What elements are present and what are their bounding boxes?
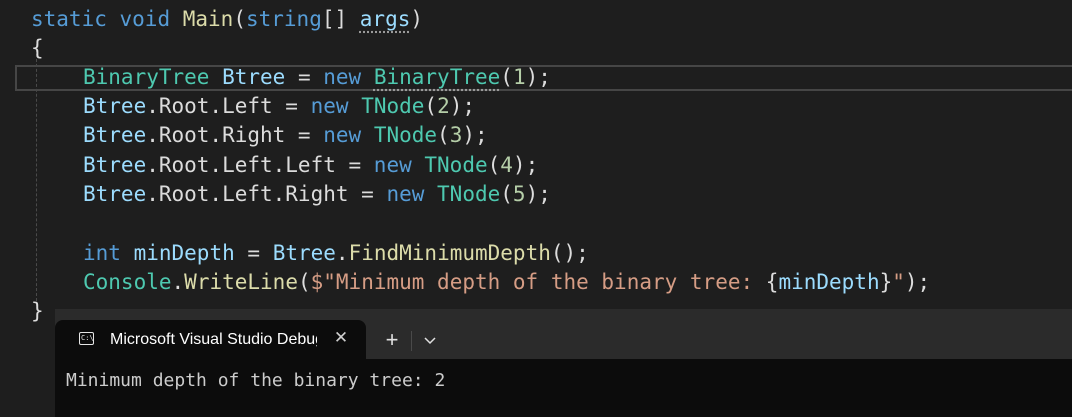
type-tnode: TNode <box>437 182 501 206</box>
string-literal-end: " <box>892 270 905 294</box>
code-line-9[interactable]: int minDepth = Btree.FindMinimumDepth(); <box>83 239 589 268</box>
paren-open: ( <box>500 65 513 89</box>
paren-open: ( <box>487 153 501 177</box>
statement-end: ); <box>525 65 551 89</box>
param-args: args <box>359 7 411 31</box>
code-line-4[interactable]: Btree.Root.Left = new TNode(2); <box>83 92 475 121</box>
number-literal: 4 <box>500 153 513 177</box>
code-line-3[interactable]: BinaryTree Btree = new BinaryTree(1); <box>83 63 551 92</box>
member-access: .Root.Left = <box>146 94 311 118</box>
code-line-2[interactable]: { <box>31 34 44 63</box>
member-access: .Root.Left.Left = <box>146 153 374 177</box>
keyword-string: string <box>245 7 322 31</box>
code-line-10[interactable]: Console.WriteLine($"Minimum depth of the… <box>83 268 930 297</box>
interp-brace-close: } <box>879 270 893 294</box>
keyword-void: void <box>119 7 171 31</box>
var-btree: Btree <box>83 94 147 118</box>
code-line-1[interactable]: static void Main(string[] args) <box>31 5 423 34</box>
assign-op: = <box>234 241 273 265</box>
tab-separator <box>411 331 412 351</box>
interp-brace-open: { <box>765 270 779 294</box>
var-mindepth: minDepth <box>133 241 235 265</box>
statement-end: ); <box>449 94 476 118</box>
paren-open: ( <box>233 7 246 31</box>
keyword-new: new <box>323 123 362 147</box>
type-tnode: TNode <box>424 153 488 177</box>
debug-console-window[interactable]: C:\ Microsoft Visual Studio Debug Consol… <box>55 309 1072 417</box>
type-binarytree: BinaryTree <box>83 65 210 89</box>
brace-close: } <box>31 299 44 323</box>
code-line-7[interactable]: Btree.Root.Left.Right = new TNode(5); <box>83 180 551 209</box>
paren-close: ) <box>410 7 424 31</box>
paren-open: ( <box>500 182 513 206</box>
number-literal: 3 <box>449 123 463 147</box>
tab-title: Microsoft Visual Studio Debug Console <box>110 331 317 348</box>
paren-open: ( <box>437 123 450 147</box>
keyword-new: new <box>323 65 362 89</box>
var-btree: Btree <box>272 241 336 265</box>
console-output: Minimum depth of the binary tree: 2 <box>66 370 446 391</box>
member-access: .Root.Left.Right = <box>146 182 387 206</box>
terminal-titlebar[interactable]: C:\ Microsoft Visual Studio Debug Consol… <box>55 309 1072 359</box>
plus-icon[interactable]: + <box>380 328 404 352</box>
dot-op: . <box>335 241 349 265</box>
close-icon[interactable]: ✕ <box>331 328 351 348</box>
console-icon: C:\ <box>79 332 94 345</box>
var-btree: Btree <box>83 123 147 147</box>
var-mindepth: minDepth <box>778 270 880 294</box>
statement-end: ); <box>512 153 539 177</box>
type-binarytree-ctor: BinaryTree <box>373 65 501 89</box>
call-end: (); <box>550 241 589 265</box>
statement-end: ); <box>462 123 488 147</box>
number-literal: 2 <box>437 94 450 118</box>
keyword-new: new <box>310 94 349 118</box>
method-findminimumdepth: FindMinimumDepth <box>348 241 551 265</box>
statement-end: ); <box>904 270 931 294</box>
keyword-new: new <box>386 182 425 206</box>
code-line-11[interactable]: } <box>31 297 44 326</box>
type-tnode: TNode <box>373 123 438 147</box>
method-main: Main <box>182 7 234 31</box>
number-literal: 1 <box>512 65 526 89</box>
array-brackets: [] <box>321 7 360 31</box>
type-console: Console <box>83 270 172 294</box>
paren-open: ( <box>297 270 311 294</box>
chevron-down-icon[interactable] <box>419 328 441 352</box>
method-writeline: WriteLine <box>184 270 298 294</box>
brace-open: { <box>31 36 44 60</box>
keyword-static: static <box>31 7 107 31</box>
keyword-int: int <box>83 241 121 265</box>
var-btree: Btree <box>83 153 147 177</box>
string-literal: $"Minimum depth of the binary tree: <box>310 270 766 294</box>
keyword-new: new <box>373 153 412 177</box>
code-line-6[interactable]: Btree.Root.Left.Left = new TNode(4); <box>83 151 538 180</box>
dot-op: . <box>171 270 185 294</box>
member-access: .Root.Right = <box>146 123 324 147</box>
type-tnode: TNode <box>361 94 425 118</box>
assign-op: = <box>285 65 324 89</box>
var-btree: Btree <box>83 182 147 206</box>
var-btree: Btree <box>222 65 286 89</box>
statement-end: ); <box>525 182 551 206</box>
paren-open: ( <box>424 94 438 118</box>
tab-debug-console[interactable]: C:\ Microsoft Visual Studio Debug Consol… <box>55 320 366 359</box>
number-literal: 5 <box>512 182 526 206</box>
code-line-5[interactable]: Btree.Root.Right = new TNode(3); <box>83 121 488 150</box>
